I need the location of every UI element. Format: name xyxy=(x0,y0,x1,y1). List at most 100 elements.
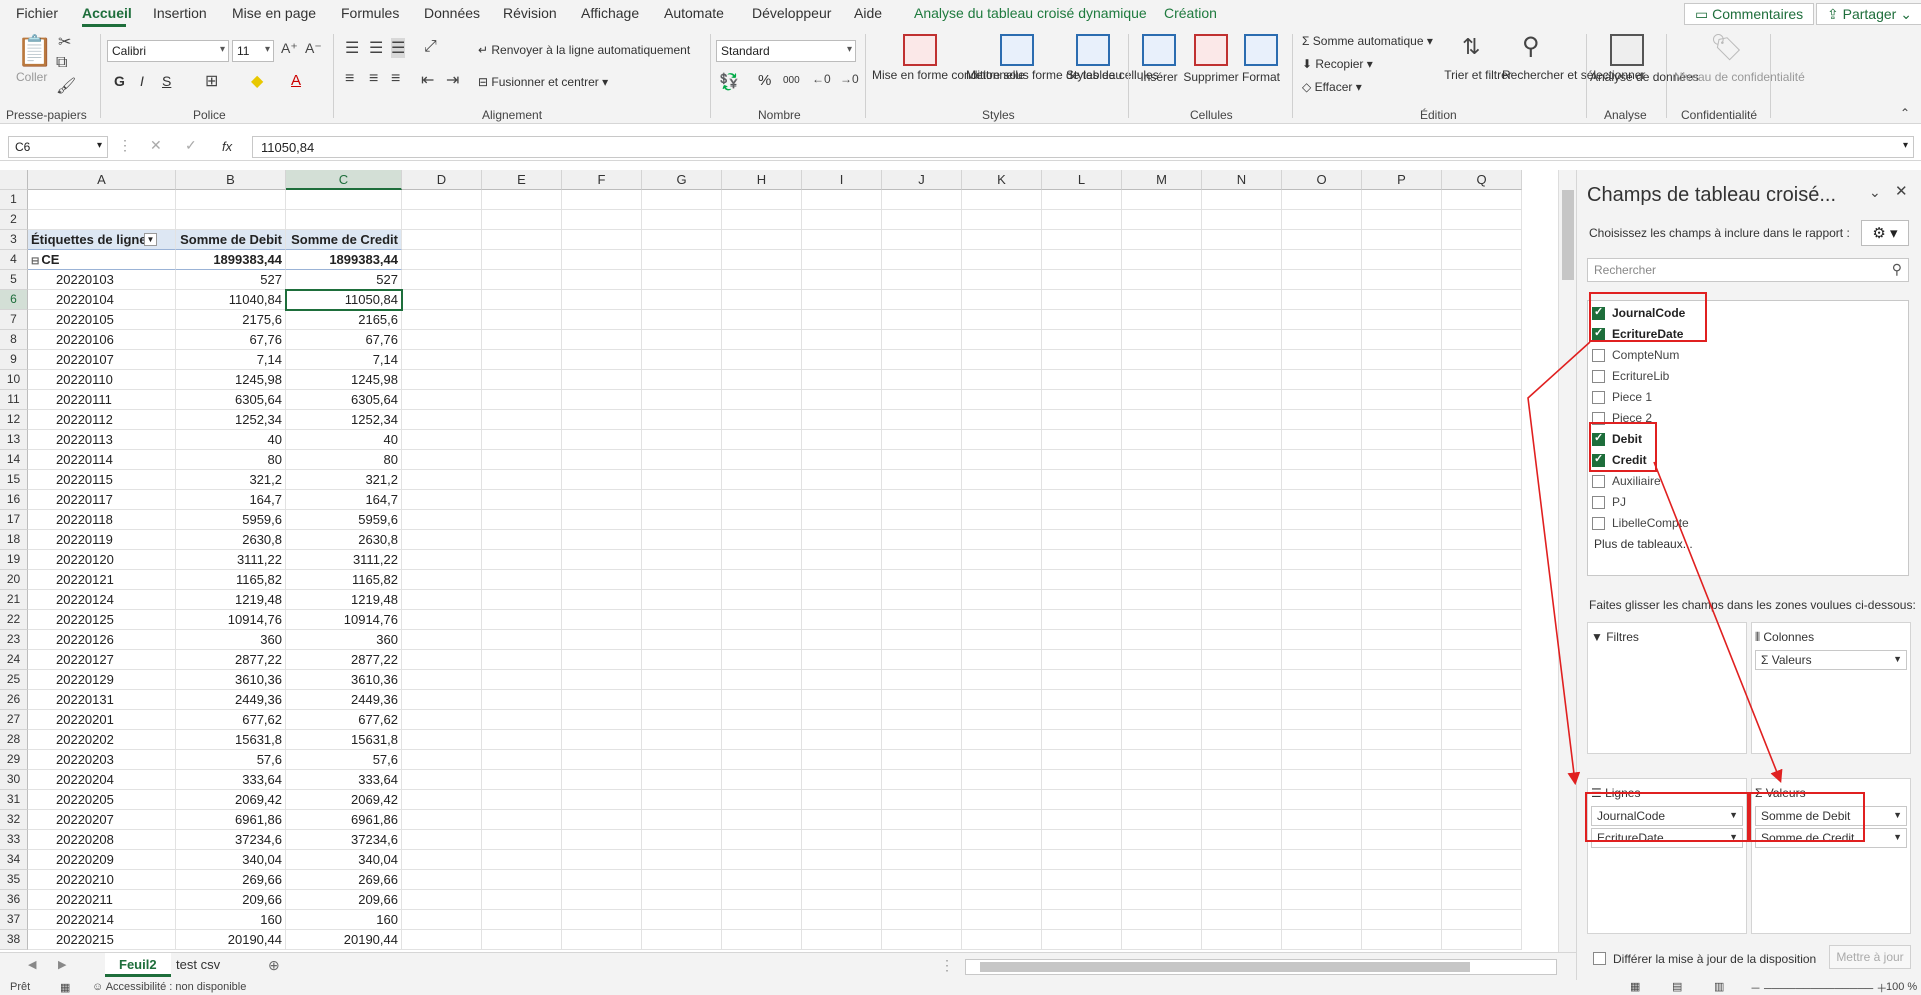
sensitivity-button[interactable]: Niveau de confidentialité xyxy=(1674,70,1805,85)
grid-cell[interactable] xyxy=(802,270,882,290)
grid-cell[interactable] xyxy=(642,410,722,430)
row-header[interactable]: 14 xyxy=(0,450,28,470)
grid-cell[interactable] xyxy=(722,870,802,890)
grid-cell[interactable] xyxy=(802,810,882,830)
grid-cell[interactable] xyxy=(642,350,722,370)
grid-cell[interactable] xyxy=(962,830,1042,850)
grid-cell[interactable]: 333,64 xyxy=(286,770,402,790)
grid-cell[interactable] xyxy=(1042,650,1122,670)
grid-cell[interactable] xyxy=(1122,650,1202,670)
grid-cell[interactable] xyxy=(962,230,1042,250)
grid-cell[interactable]: 20190,44 xyxy=(176,930,286,950)
grid-cell[interactable]: 3111,22 xyxy=(286,550,402,570)
grid-cell[interactable] xyxy=(802,650,882,670)
grid-cell[interactable] xyxy=(722,930,802,950)
grid-cell[interactable] xyxy=(1282,370,1362,390)
grid-cell[interactable] xyxy=(962,930,1042,950)
grid-cell[interactable] xyxy=(1442,430,1522,450)
font-size-select[interactable]: 11 ▾ xyxy=(232,40,274,62)
grid-cell[interactable] xyxy=(1362,370,1442,390)
grid-cell[interactable]: 1245,98 xyxy=(176,370,286,390)
grid-cell[interactable] xyxy=(642,230,722,250)
row-header[interactable]: 8 xyxy=(0,330,28,350)
grid-cell[interactable] xyxy=(1282,210,1362,230)
grid-cell[interactable] xyxy=(1362,610,1442,630)
paste-button[interactable]: Coller xyxy=(16,70,47,84)
row-header[interactable]: 36 xyxy=(0,890,28,910)
grid-cell[interactable] xyxy=(1362,530,1442,550)
grid-cell[interactable] xyxy=(882,350,962,370)
grid-cell[interactable] xyxy=(1042,250,1122,270)
grid-cell[interactable]: 20220110 xyxy=(28,370,176,390)
delete-cells-button[interactable]: Supprimer xyxy=(1180,70,1242,85)
grid-cell[interactable]: 20220120 xyxy=(28,550,176,570)
grid-cell[interactable] xyxy=(1122,250,1202,270)
grid-cell[interactable] xyxy=(722,190,802,210)
row-header[interactable]: 31 xyxy=(0,790,28,810)
column-header-n[interactable]: N xyxy=(1202,170,1282,190)
grid-cell[interactable]: 20220106 xyxy=(28,330,176,350)
grid-cell[interactable] xyxy=(882,650,962,670)
grid-cell[interactable] xyxy=(802,670,882,690)
grid-cell[interactable]: 6305,64 xyxy=(286,390,402,410)
grid-cell[interactable] xyxy=(562,630,642,650)
grid-cell[interactable] xyxy=(882,690,962,710)
grid-cell[interactable]: 20220105 xyxy=(28,310,176,330)
grid-cell[interactable]: 1165,82 xyxy=(286,570,402,590)
grid-cell[interactable] xyxy=(1282,890,1362,910)
grid-cell[interactable] xyxy=(1282,550,1362,570)
grid-cell[interactable] xyxy=(882,550,962,570)
align-center-icon[interactable]: ≡ xyxy=(369,70,378,88)
row-header[interactable]: 21 xyxy=(0,590,28,610)
cell-styles-icon[interactable] xyxy=(1076,34,1110,66)
grid-cell[interactable] xyxy=(1282,690,1362,710)
column-header-h[interactable]: H xyxy=(722,170,802,190)
grid-cell[interactable] xyxy=(1042,870,1122,890)
grid-cell[interactable] xyxy=(482,910,562,930)
grid-cell[interactable] xyxy=(562,330,642,350)
grid-cell[interactable] xyxy=(1202,830,1282,850)
grid-cell[interactable] xyxy=(402,810,482,830)
grid-cell[interactable] xyxy=(1442,670,1522,690)
grid-cell[interactable] xyxy=(1282,870,1362,890)
grid-cell[interactable] xyxy=(482,830,562,850)
grid-cell[interactable] xyxy=(1362,730,1442,750)
row-header[interactable]: 12 xyxy=(0,410,28,430)
grid-cell[interactable] xyxy=(962,350,1042,370)
zone-item-valeurs[interactable]: Σ Valeurs ▼ xyxy=(1755,650,1907,670)
grid-cell[interactable]: 321,2 xyxy=(176,470,286,490)
sensitivity-icon[interactable]: 🏷 xyxy=(1710,32,1743,63)
grid-cell[interactable]: 340,04 xyxy=(176,850,286,870)
grid-cell[interactable]: 5959,6 xyxy=(176,510,286,530)
grid-cell[interactable] xyxy=(402,790,482,810)
grid-cell[interactable]: 6305,64 xyxy=(176,390,286,410)
grid-cell[interactable] xyxy=(482,550,562,570)
grid-cell[interactable] xyxy=(1282,610,1362,630)
grid-cell[interactable]: 20220202 xyxy=(28,730,176,750)
grid-cell[interactable] xyxy=(1122,670,1202,690)
grid-cell[interactable] xyxy=(562,270,642,290)
grid-cell[interactable] xyxy=(562,650,642,670)
grid-cell[interactable] xyxy=(1362,490,1442,510)
grid-cell[interactable] xyxy=(642,850,722,870)
grid-cell[interactable] xyxy=(722,390,802,410)
grid-cell[interactable] xyxy=(642,690,722,710)
row-header[interactable]: 26 xyxy=(0,690,28,710)
grid-cell[interactable] xyxy=(482,570,562,590)
grid-cell[interactable] xyxy=(1282,750,1362,770)
grid-cell[interactable]: 321,2 xyxy=(286,470,402,490)
grid-cell[interactable] xyxy=(482,710,562,730)
row-header[interactable]: 37 xyxy=(0,910,28,930)
grid-cell[interactable] xyxy=(1042,730,1122,750)
grid-cell[interactable]: 67,76 xyxy=(176,330,286,350)
row-header[interactable]: 1 xyxy=(0,190,28,210)
grid-cell[interactable] xyxy=(1282,570,1362,590)
grid-cell[interactable] xyxy=(1042,570,1122,590)
column-header-g[interactable]: G xyxy=(642,170,722,190)
grid-cell[interactable] xyxy=(482,850,562,870)
grid-cell[interactable] xyxy=(482,730,562,750)
grid-cell[interactable] xyxy=(962,890,1042,910)
grid-cell[interactable] xyxy=(1442,250,1522,270)
zoom-level[interactable]: 100 % xyxy=(1886,981,1917,993)
grid-cell[interactable] xyxy=(962,330,1042,350)
